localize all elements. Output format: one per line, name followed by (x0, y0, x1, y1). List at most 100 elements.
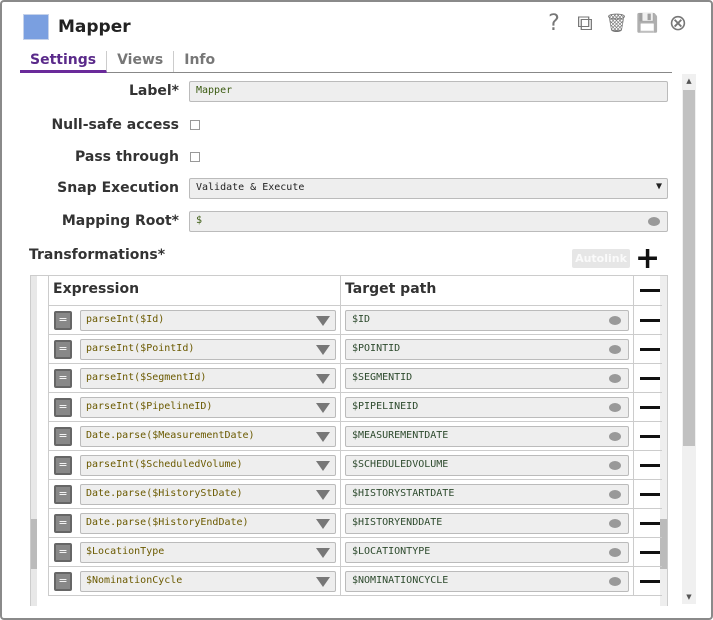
snap-execution-value: Validate & Execute (196, 182, 305, 193)
save-icon[interactable]: 💾 (636, 13, 658, 34)
comment-icon[interactable] (609, 548, 621, 557)
dropdown-triangle-icon[interactable] (316, 490, 330, 500)
scroll-down-icon[interactable]: ▼ (682, 593, 696, 601)
target-path-input[interactable]: $LOCATIONTYPE (345, 542, 629, 563)
table-row: = parseInt($ScheduledVolume) $SCHEDULEDV… (48, 451, 662, 480)
expression-input[interactable]: $NominationCycle (80, 571, 336, 592)
expression-mode-button[interactable]: = (54, 485, 72, 504)
target-path-input[interactable]: $HISTORYSTARTDATE (345, 484, 629, 505)
target-path-value: $LOCATIONTYPE (352, 546, 431, 557)
expression-input[interactable]: Date.parse($HistoryEndDate) (80, 513, 336, 534)
remove-row-button[interactable] (640, 377, 660, 380)
expression-mode-button[interactable]: = (54, 398, 72, 417)
expression-input[interactable]: Date.parse($MeasurementDate) (80, 426, 336, 447)
remove-row-button[interactable] (640, 319, 660, 322)
comment-icon[interactable] (609, 519, 621, 528)
expression-mode-button[interactable]: = (54, 543, 72, 562)
target-path-input[interactable]: $SCHEDULEDVOLUME (345, 455, 629, 476)
remove-row-button[interactable] (640, 551, 660, 554)
target-path-value: $HISTORYENDDATE (352, 517, 443, 528)
dropdown-triangle-icon[interactable] (316, 461, 330, 471)
tab-settings[interactable]: Settings (20, 51, 108, 73)
trash-icon[interactable]: 🗑 (605, 13, 628, 34)
export-icon[interactable]: ⧉ (574, 11, 596, 36)
table-row: = parseInt($PointId) $POINTID (48, 335, 662, 364)
table-row: = parseInt($SegmentId) $SEGMENTID (48, 364, 662, 393)
expression-input[interactable]: Date.parse($HistoryStDate) (80, 484, 336, 505)
label-label: Label* (128, 83, 179, 99)
expression-input[interactable]: parseInt($Id) (80, 310, 336, 331)
expression-mode-button[interactable]: = (54, 456, 72, 475)
remove-all-button[interactable] (640, 289, 660, 292)
add-row-button[interactable]: + (635, 244, 660, 274)
remove-row-button[interactable] (640, 348, 660, 351)
dropdown-triangle-icon[interactable] (316, 403, 330, 413)
comment-icon[interactable] (609, 403, 621, 412)
tab-info[interactable]: Info (174, 51, 225, 72)
target-path-input[interactable]: $SEGMENTID (345, 368, 629, 389)
comment-icon[interactable] (609, 461, 621, 470)
comment-icon[interactable] (609, 432, 621, 441)
tab-bar: Settings Views Info (20, 51, 672, 73)
dropdown-triangle-icon[interactable] (316, 548, 330, 558)
tab-views[interactable]: Views (107, 51, 175, 72)
mapping-root-value: $ (196, 215, 203, 226)
dropdown-triangle-icon[interactable] (316, 577, 330, 587)
expression-input[interactable]: parseInt($SegmentId) (80, 368, 336, 389)
scrollbar[interactable]: ▲ ▼ (682, 74, 696, 604)
help-icon[interactable]: ? (543, 11, 565, 36)
dropdown-triangle-icon[interactable] (316, 374, 330, 384)
mapper-dialog: Mapper ? ⧉ 🗑 💾 ⊗ Settings Views Info ▲ ▼ … (0, 0, 713, 620)
expression-input[interactable]: $LocationType (80, 542, 336, 563)
remove-row-button[interactable] (640, 435, 660, 438)
dropdown-triangle-icon[interactable] (316, 432, 330, 442)
remove-row-button[interactable] (640, 464, 660, 467)
comment-icon[interactable] (648, 217, 660, 226)
expression-mode-button[interactable]: = (54, 340, 72, 359)
dropdown-triangle-icon[interactable] (316, 316, 330, 326)
null-safe-checkbox[interactable] (190, 120, 200, 130)
expression-value: Date.parse($HistoryEndDate) (86, 517, 249, 528)
expression-mode-button[interactable]: = (54, 427, 72, 446)
target-path-input[interactable]: $PIPELINEID (345, 397, 629, 418)
target-path-input[interactable]: $MEASUREMENTDATE (345, 426, 629, 447)
comment-icon[interactable] (609, 316, 621, 325)
dropdown-triangle-icon[interactable] (316, 519, 330, 529)
mapping-root-input[interactable]: $ (189, 211, 668, 232)
comment-icon[interactable] (609, 345, 621, 354)
target-path-value: $ID (352, 314, 371, 325)
remove-row-button[interactable] (640, 406, 660, 409)
expression-value: Date.parse($HistoryStDate) (86, 488, 243, 499)
snap-execution-label: Snap Execution (57, 180, 179, 196)
target-path-input[interactable]: $POINTID (345, 339, 629, 360)
scroll-thumb[interactable] (683, 90, 695, 446)
remove-row-button[interactable] (640, 493, 660, 496)
expression-input[interactable]: parseInt($ScheduledVolume) (80, 455, 336, 476)
autolink-button[interactable]: Autolink (572, 249, 630, 268)
snap-execution-select[interactable]: Validate & Execute ▼ (189, 178, 668, 199)
expression-input[interactable]: parseInt($PointId) (80, 339, 336, 360)
table-row: = $LocationType $LOCATIONTYPE (48, 538, 662, 567)
remove-row-button[interactable] (640, 522, 660, 525)
dropdown-triangle-icon[interactable] (316, 345, 330, 355)
label-input[interactable]: Mapper (189, 81, 668, 102)
target-path-value: $PIPELINEID (352, 401, 419, 412)
pass-through-checkbox[interactable] (190, 152, 200, 162)
comment-icon[interactable] (609, 577, 621, 586)
expression-input[interactable]: parseInt($PipelineID) (80, 397, 336, 418)
expression-mode-button[interactable]: = (54, 369, 72, 388)
expression-mode-button[interactable]: = (54, 572, 72, 591)
comment-icon[interactable] (609, 490, 621, 499)
expression-mode-button[interactable]: = (54, 514, 72, 533)
target-path-input[interactable]: $NOMINATIONCYCLE (345, 571, 629, 592)
close-icon[interactable]: ⊗ (667, 11, 689, 36)
expression-value: $NominationCycle (86, 575, 183, 586)
remove-row-button[interactable] (640, 580, 660, 583)
comment-icon[interactable] (609, 374, 621, 383)
target-path-input[interactable]: $ID (345, 310, 629, 331)
expression-value: $LocationType (86, 546, 165, 557)
expression-mode-button[interactable]: = (54, 311, 72, 330)
expression-value: parseInt($PipelineID) (86, 401, 213, 412)
scroll-up-icon[interactable]: ▲ (682, 77, 696, 85)
target-path-input[interactable]: $HISTORYENDDATE (345, 513, 629, 534)
